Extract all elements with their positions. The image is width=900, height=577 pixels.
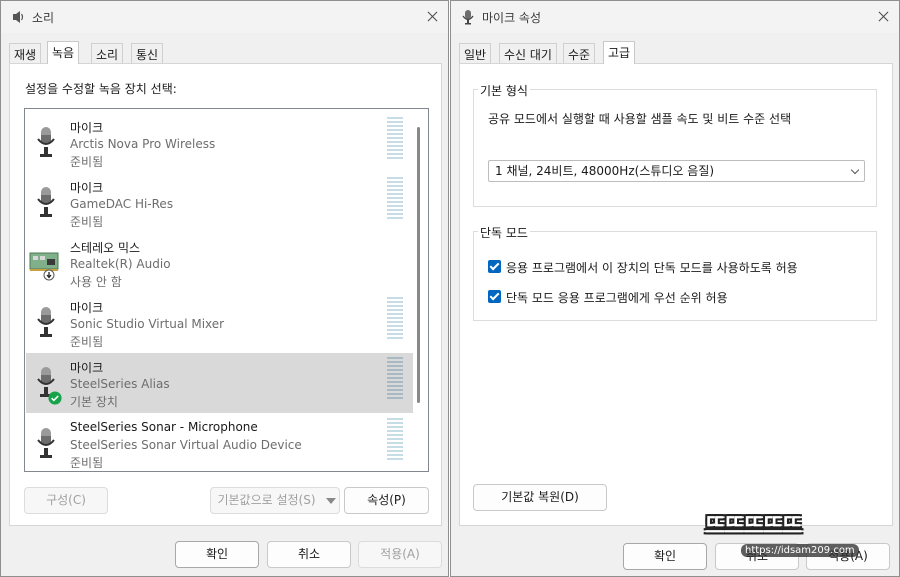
sample-rate-select[interactable]: 1 채널, 24비트, 48000Hz(스튜디오 음질)	[488, 160, 865, 182]
tab-sounds[interactable]: 소리	[91, 43, 124, 63]
device-status: 기본 장치	[70, 395, 118, 409]
default-format-group: 기본 형식 공유 모드에서 실행할 때 사용할 샘플 속도 및 비트 수준 선택…	[473, 82, 877, 207]
device-status: 사용 안 함	[70, 275, 122, 289]
exclusive-priority-checkbox[interactable]	[488, 290, 501, 303]
tab-communications[interactable]: 통신	[131, 43, 164, 63]
mic-properties-dialog: 마이크 속성 일반 수신 대기 수준 고급 기본 형식 공유 모드에서 실행할 …	[450, 0, 900, 577]
exclusive-mode-group: 단독 모드 응용 프로그램에서 이 장치의 단독 모드를 사용하도록 허용 단독…	[473, 224, 877, 321]
level-meter	[387, 297, 403, 341]
configure-button[interactable]: 구성(C)	[24, 487, 108, 514]
exclusive-mode-title: 단독 모드	[478, 224, 530, 241]
device-select-instruction: 설정을 수정할 녹음 장치 선택:	[25, 82, 177, 96]
tab-levels[interactable]: 수준	[563, 43, 596, 63]
device-list-scrollbar[interactable]	[417, 127, 420, 403]
tab-recording[interactable]: 녹음	[47, 41, 80, 64]
sound-titlebar: 소리	[1, 1, 448, 33]
level-meter	[387, 177, 403, 221]
device-description: Sonic Studio Virtual Mixer	[70, 317, 225, 331]
exclusive-priority-label: 단독 모드 응용 프로그램에게 우선 순위 허용	[506, 291, 728, 305]
device-status: 준비됨	[70, 456, 104, 470]
sound-close-button[interactable]	[416, 1, 448, 33]
tab-listen[interactable]: 수신 대기	[499, 43, 557, 63]
list-item[interactable]: SteelSeries Sonar - Microphone SteelSeri…	[26, 414, 413, 471]
sound-cancel-button[interactable]: 취소	[267, 541, 351, 568]
device-description: Realtek(R) Audio	[70, 257, 171, 271]
level-meter	[387, 117, 403, 161]
list-item[interactable]: 마이크 Sonic Studio Virtual Mixer 준비됨	[26, 293, 413, 353]
tab-general[interactable]: 일반	[459, 43, 492, 63]
microphone-icon	[37, 187, 55, 217]
device-name: 마이크	[70, 121, 104, 135]
sound-apply-button[interactable]: 적용(A)	[358, 541, 442, 568]
mic-ok-button[interactable]: 확인	[623, 543, 707, 570]
mic-dialog-title: 마이크 속성	[482, 11, 542, 25]
default-device-check-icon	[48, 391, 62, 405]
list-item[interactable]: 마이크 Arctis Nova Pro Wireless 준비됨	[26, 113, 413, 173]
default-format-title: 기본 형식	[478, 82, 530, 99]
device-name: SteelSeries Sonar - Microphone	[70, 420, 258, 434]
tab-advanced[interactable]: 고급	[603, 41, 636, 64]
device-description: SteelSeries Alias	[70, 377, 170, 391]
device-name: 스테레오 믹스	[70, 241, 141, 255]
speaker-icon	[13, 11, 24, 23]
sound-ok-button[interactable]: 확인	[175, 541, 259, 568]
mic-titlebar: 마이크 속성	[451, 1, 899, 33]
device-name: 마이크	[70, 301, 104, 315]
device-status: 준비됨	[70, 215, 104, 229]
list-item[interactable]: 스테레오 믹스 Realtek(R) Audio 사용 안 함	[26, 233, 413, 293]
microphone-icon	[37, 127, 55, 157]
default-format-description: 공유 모드에서 실행할 때 사용할 샘플 속도 및 비트 수준 선택	[488, 112, 792, 126]
mic-close-button[interactable]	[867, 1, 899, 33]
set-default-button[interactable]: 기본값으로 설정(S)	[210, 487, 323, 514]
device-description: Arctis Nova Pro Wireless	[70, 137, 216, 151]
allow-exclusive-label: 응용 프로그램에서 이 장치의 단독 모드를 사용하도록 허용	[506, 261, 798, 275]
device-name: 마이크	[70, 181, 104, 195]
device-status: 준비됨	[70, 335, 104, 349]
set-default-dropdown-icon[interactable]	[322, 487, 340, 514]
sound-dialog-title: 소리	[32, 11, 55, 25]
watermark-url: https://idsam209.com	[741, 544, 859, 557]
watermark-title: 뜨뜨뜨뜨뜨	[705, 514, 802, 539]
sound-dialog: 소리 재생 녹음 소리 통신 설정을 수정할 녹음 장치 선택: 마이크 Arc…	[0, 0, 449, 577]
sound-card-icon	[29, 252, 59, 281]
device-name: 마이크	[70, 361, 104, 375]
tab-playback[interactable]: 재생	[9, 43, 42, 63]
microphone-icon	[462, 10, 474, 25]
chevron-down-icon	[850, 165, 860, 175]
properties-button[interactable]: 속성(P)	[344, 487, 429, 514]
microphone-icon	[37, 307, 55, 337]
list-item[interactable]: 마이크 SteelSeries Alias 기본 장치	[26, 353, 413, 413]
level-meter	[387, 418, 403, 462]
recording-device-list[interactable]: 마이크 Arctis Nova Pro Wireless 준비됨 마이크 Gam…	[24, 108, 429, 472]
device-status: 준비됨	[70, 155, 104, 169]
sample-rate-value: 1 채널, 24비트, 48000Hz(스튜디오 음질)	[495, 164, 715, 178]
microphone-icon	[37, 428, 55, 458]
device-description: GameDAC Hi-Res	[70, 197, 174, 211]
allow-exclusive-checkbox[interactable]	[488, 260, 501, 273]
device-description: SteelSeries Sonar Virtual Audio Device	[70, 438, 302, 452]
list-item[interactable]: 마이크 GameDAC Hi-Res 준비됨	[26, 173, 413, 233]
site-watermark: 뜨뜨뜨뜨뜨 https://idsam209.com	[705, 508, 895, 572]
level-meter	[387, 357, 403, 401]
restore-defaults-button[interactable]: 기본값 복원(D)	[473, 484, 607, 511]
